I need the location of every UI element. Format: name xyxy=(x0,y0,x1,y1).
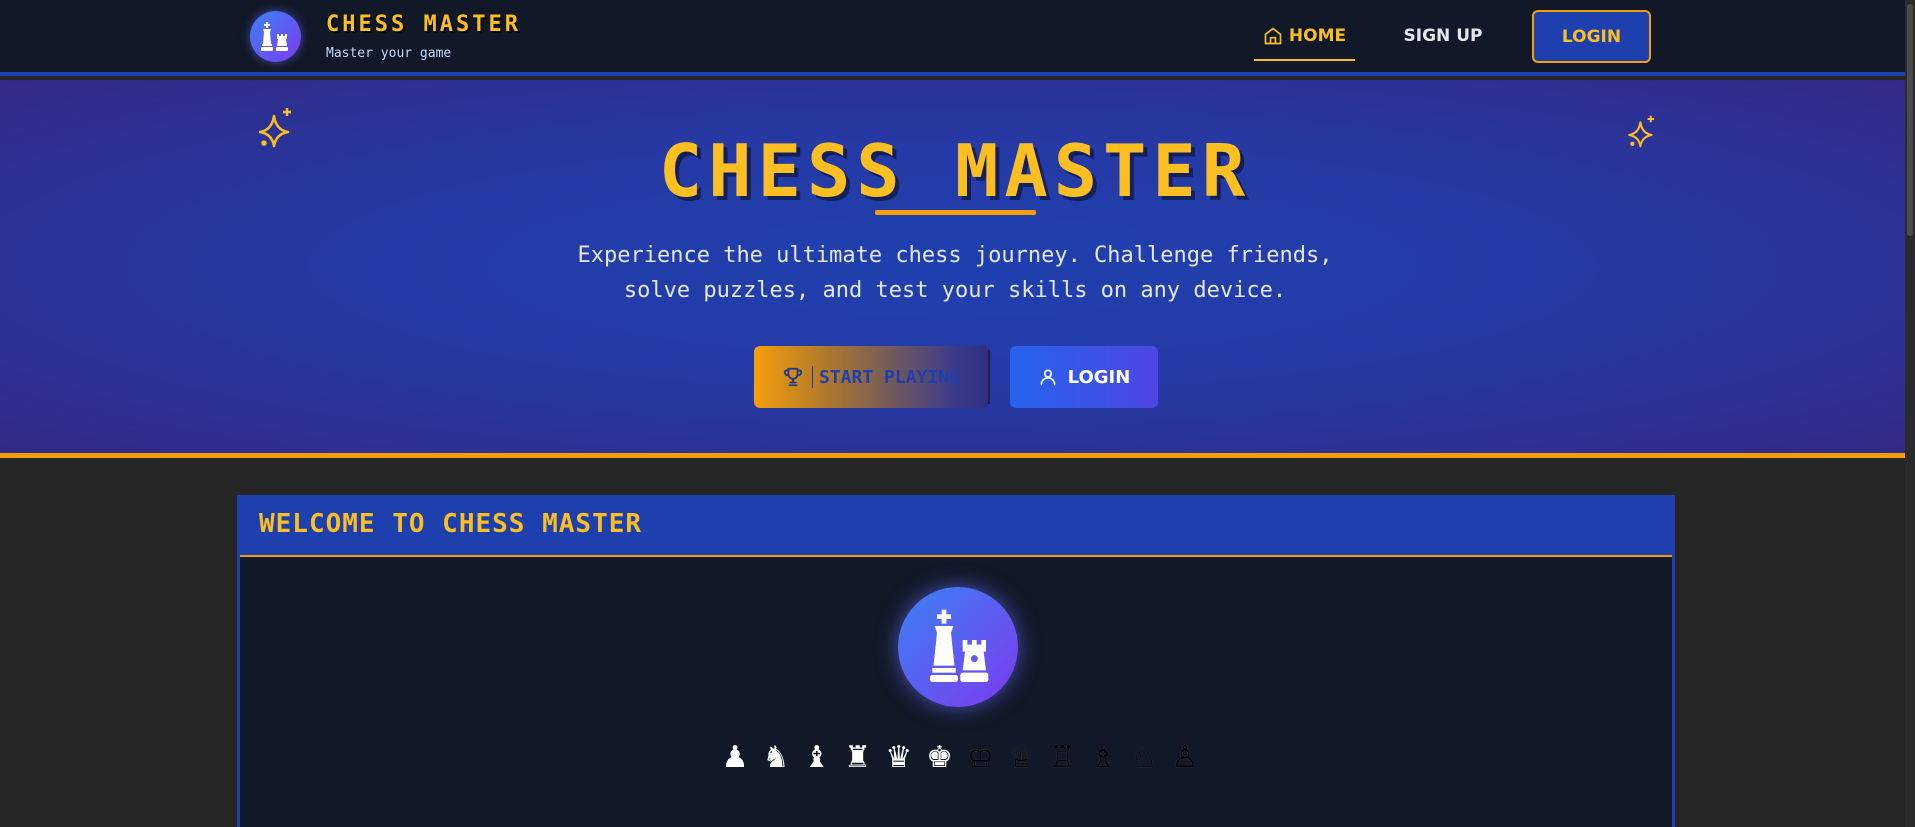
chess-piece-icon: ♕ xyxy=(1007,740,1035,775)
chess-piece-icon: ♞ xyxy=(762,740,790,775)
chess-piece-icon: ♖ xyxy=(1048,740,1076,775)
brand-subtitle: Master your game xyxy=(326,46,452,61)
home-icon xyxy=(1264,27,1282,44)
chess-piece-icon: ♗ xyxy=(1089,740,1117,775)
brand-title[interactable]: CHESS MASTER xyxy=(326,12,521,37)
hero-title: CHESS MASTER xyxy=(658,129,1252,213)
hero-description: Experience the ultimate chess journey. C… xyxy=(577,243,1333,303)
chess-king-rook-icon xyxy=(930,609,989,682)
chess-piece-icon: ♟ xyxy=(721,740,749,775)
hero-login-button[interactable]: LOGIN xyxy=(1010,346,1158,408)
button-edge xyxy=(988,350,990,404)
hero-login-label: LOGIN xyxy=(1067,366,1131,388)
chess-piece-icon: ♝ xyxy=(803,740,831,775)
welcome-card: WELCOME TO CHESS MASTER ♟ ♞ ♝ ♜ ♛ ♚ ♔ ♕ ♖ ♗ ♘ ♙ xyxy=(237,495,1675,827)
chess-pieces-row: ♟ ♞ ♝ ♜ ♛ ♚ ♔ ♕ ♖ ♗ ♘ ♙ xyxy=(660,737,1260,779)
chess-king-rook-icon xyxy=(260,21,288,51)
trophy-icon xyxy=(783,367,803,387)
scrollbar-thumb[interactable] xyxy=(1907,4,1913,236)
chess-piece-icon: ♜ xyxy=(844,740,872,775)
chess-piece-icon: ♔ xyxy=(967,740,994,775)
chess-piece-icon: ♙ xyxy=(1171,740,1199,775)
nav-home-link[interactable]: HOME xyxy=(1254,12,1355,61)
hero-section: CHESS MASTER Experience the ultimate che… xyxy=(0,80,1905,458)
welcome-title: WELCOME TO CHESS MASTER xyxy=(259,509,643,539)
nav-home-label: HOME xyxy=(1288,25,1347,46)
chess-piece-icon: ♛ xyxy=(885,740,913,775)
user-icon xyxy=(1040,369,1056,386)
chess-piece-icon: ♘ xyxy=(1130,740,1158,775)
start-playing-label: START PLAYING xyxy=(819,366,960,388)
start-playing-button[interactable]: START PLAYING xyxy=(754,346,990,408)
nav-login-button[interactable]: LOGIN xyxy=(1532,10,1651,63)
chess-logo-icon xyxy=(898,587,1018,707)
logo-icon[interactable] xyxy=(250,11,301,62)
nav-signup-link[interactable]: SIGN UP xyxy=(1390,12,1496,59)
title-divider xyxy=(875,210,1036,215)
chess-piece-icon: ♚ xyxy=(926,740,953,775)
text-cursor xyxy=(812,366,813,388)
top-navbar: CHESS MASTER Master your game HOME SIGN … xyxy=(0,0,1905,76)
welcome-card-header: WELCOME TO CHESS MASTER xyxy=(240,495,1672,557)
